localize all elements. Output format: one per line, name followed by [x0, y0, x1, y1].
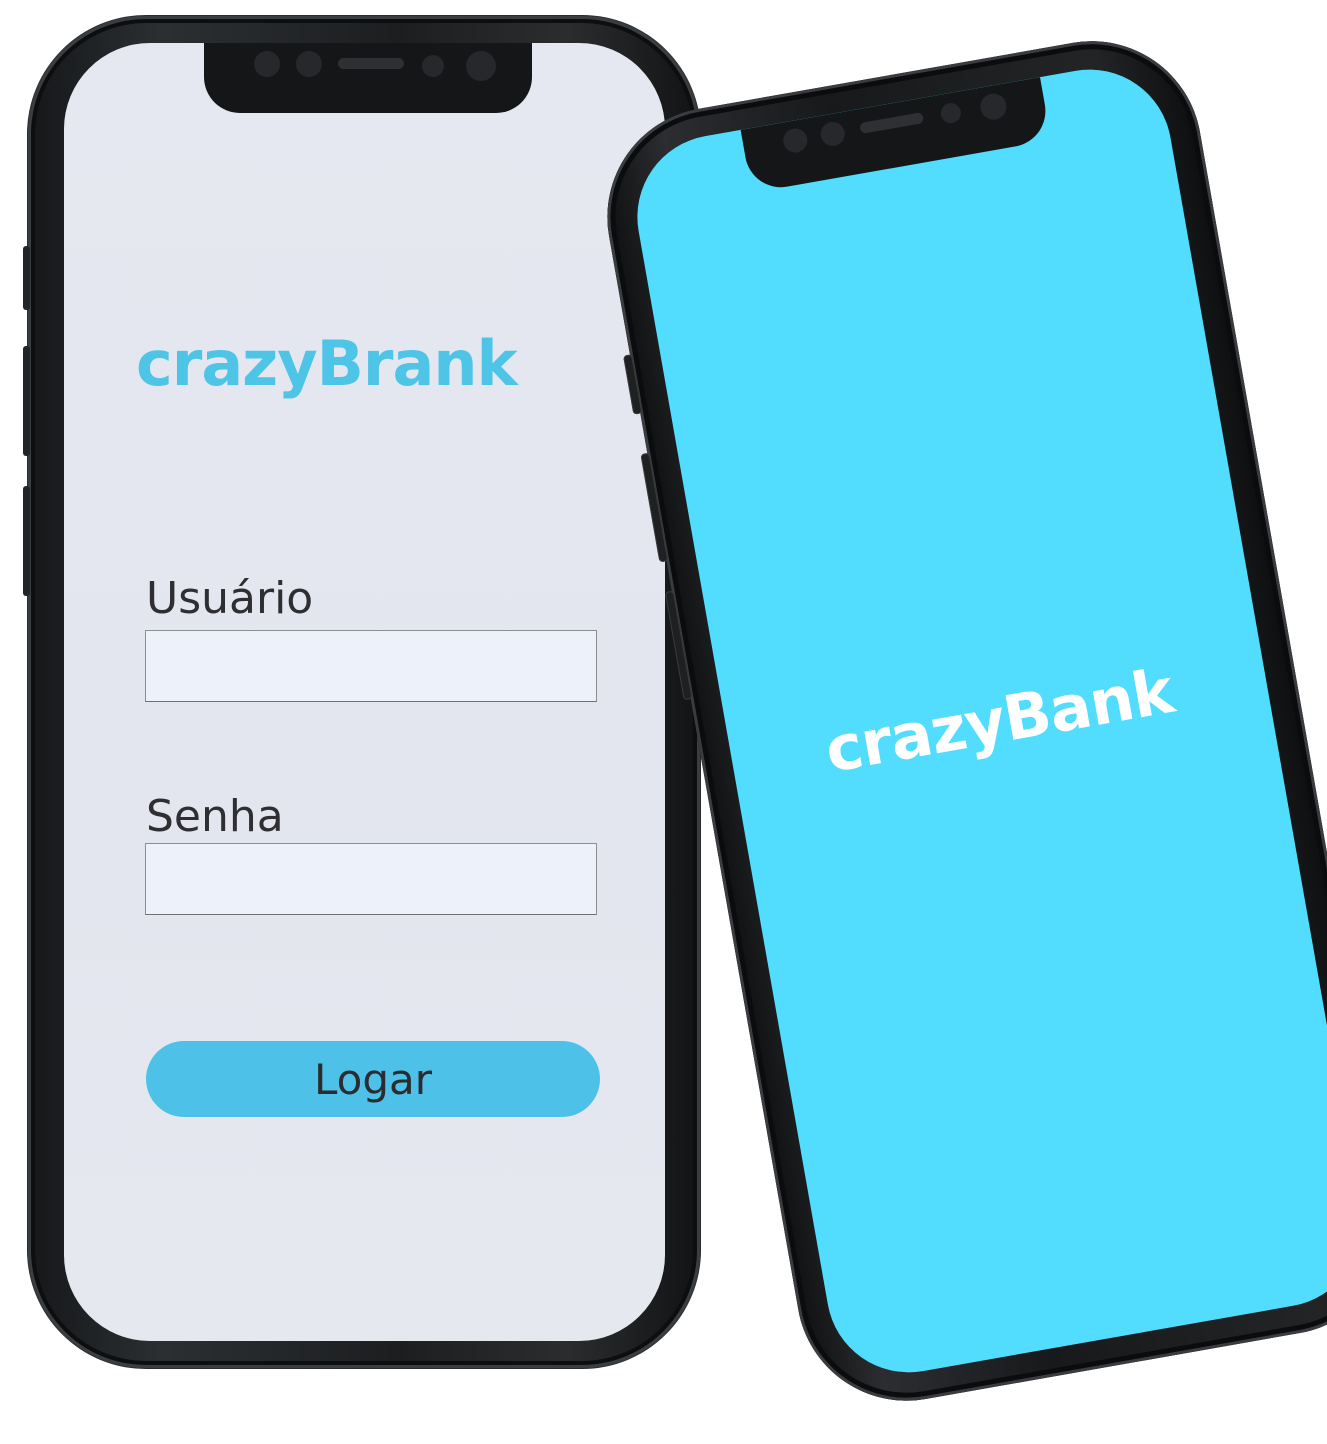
sensor-icon [939, 101, 963, 125]
front-camera-icon [978, 91, 1009, 122]
mockup-stage: crazyBrank Usuário Senha Logar crazyBank [0, 0, 1327, 1444]
splash-screen: crazyBank [624, 56, 1327, 1386]
phone-volume-down-button [23, 486, 30, 596]
front-camera-icon [466, 51, 496, 81]
phone-notch [740, 77, 1052, 193]
phone-side-button [23, 246, 30, 310]
speaker-grille [859, 112, 925, 135]
splash-logo: crazyBank [819, 654, 1179, 787]
phone-login: crazyBrank Usuário Senha Logar [23, 16, 700, 1368]
username-input[interactable] [145, 630, 597, 702]
speaker-grille [338, 58, 404, 69]
login-screen: crazyBrank Usuário Senha Logar [64, 43, 665, 1341]
camera-icon [781, 126, 810, 155]
phone-notch [204, 43, 532, 113]
phone-volume-up-button [23, 346, 30, 456]
sensor-icon [296, 51, 322, 77]
phone-splash: crazyBank [590, 23, 1327, 1419]
login-button[interactable]: Logar [146, 1041, 600, 1117]
sensor-icon [818, 120, 847, 148]
sensor-icon [422, 55, 444, 77]
username-label: Usuário [146, 573, 314, 624]
app-logo: crazyBrank [136, 327, 518, 400]
password-input[interactable] [145, 843, 597, 915]
camera-icon [254, 51, 280, 77]
password-label: Senha [146, 791, 284, 842]
